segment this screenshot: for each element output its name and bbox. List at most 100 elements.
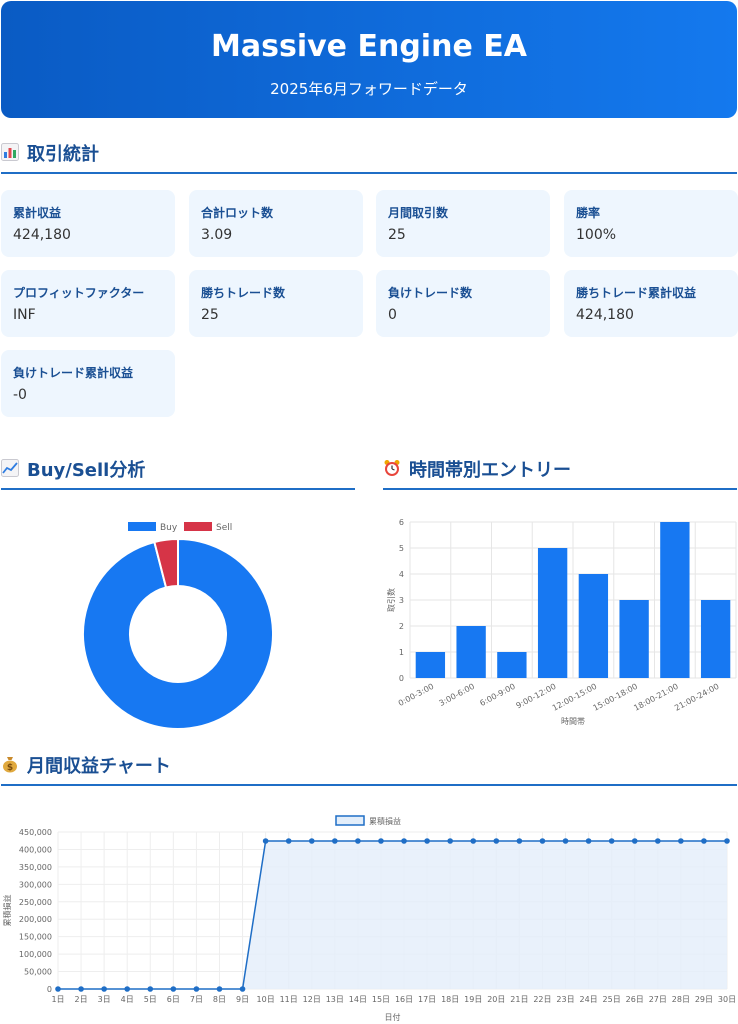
stat-label: 勝ちトレード数 [201,286,286,300]
x-tick-label: 17日 [418,995,436,1004]
data-point [631,838,638,844]
bar-chart-icon [1,143,19,161]
y-axis-label: 取引数 [386,588,396,612]
x-tick-label: 10日 [257,995,275,1004]
monthly-profit-chart: 累積損益 0 50,000 100,000 150,000 200,000 250,000 3… [2,815,736,1022]
stat-value: -0 [13,387,27,403]
hourly-title-label: 時間帯別エントリー [409,460,571,481]
y-tick-label: 2 [399,622,404,631]
bar [700,600,731,678]
bar [537,548,568,678]
stat-label: プロフィットファクター [13,286,145,300]
x-tick-label: 2日 [75,995,88,1004]
x-tick-label: 23日 [556,995,574,1004]
x-tick-label: 18:00-21:00 [632,682,679,713]
stat-value: 25 [388,227,406,243]
x-tick-label: 13日 [326,995,344,1004]
stat-label: 勝率 [576,206,601,220]
data-point [678,838,684,844]
x-tick-label: 24日 [579,995,597,1004]
data-point [401,838,407,844]
legend-swatch-cumulative [335,815,365,826]
stat-label: 累計収益 [13,206,62,220]
stat-card: プロフィットファクター INF [1,270,175,337]
data-point [332,838,338,844]
money-bag-icon: $ [3,757,17,773]
data-point [608,838,615,844]
x-tick-label: 4日 [121,995,134,1004]
y-tick-label: 5 [399,544,404,553]
legend-label-buy: Buy [160,523,178,533]
x-tick-label: 27日 [649,995,667,1004]
x-tick-label: 15:00-18:00 [592,682,639,713]
data-point [55,986,61,992]
data-point [216,986,223,992]
data-point [101,986,107,992]
x-tick-label: 15日 [372,995,390,1004]
data-point [308,838,315,844]
y-tick-label: 400,000 [19,845,52,854]
y-axis-label: 累積損益 [2,895,12,927]
x-tick-label: 21:00-24:00 [673,682,720,713]
y-tick-label: 4 [399,570,404,579]
x-tick-label: 3:00-6:00 [438,682,477,708]
stat-card: 勝ちトレード累計収益 424,180 [564,270,738,337]
stat-card: 累計収益 424,180 [1,190,175,257]
x-tick-label: 12:00-15:00 [551,682,598,713]
y-tick-label: 200,000 [19,915,52,924]
data-point [170,986,177,992]
data-point [124,986,131,992]
bar [415,652,446,678]
data-point [447,838,453,844]
y-tick-label: 300,000 [19,880,52,889]
page-subtitle: 2025年6月フォワードデータ [270,80,468,98]
legend-swatch-sell [184,522,212,531]
alarm-clock-icon [384,460,400,476]
stat-value: 424,180 [576,307,634,323]
x-tick-label: 18日 [441,995,459,1004]
data-point [701,838,707,844]
x-axis-label: 時間帯 [561,716,585,726]
trend-chart-icon [1,459,19,477]
x-tick-label: 12日 [303,995,321,1004]
data-point [562,838,569,844]
stat-card: 勝率 100% [564,190,738,257]
y-tick-label: 100,000 [19,950,52,959]
x-tick-label: 20日 [487,995,505,1004]
buysell-title-label: Buy/Sell分析 [27,460,146,481]
data-point [516,838,523,844]
stat-value: 0 [388,307,397,323]
y-tick-label: 150,000 [19,933,52,942]
x-tick-label: 29日 [695,995,713,1004]
page-header: Massive Engine EA 2025年6月フォワードデータ [1,1,737,118]
y-tick-label: 50,000 [24,968,52,977]
x-tick-label: 21日 [510,995,528,1004]
y-tick-label: 450,000 [19,828,52,837]
monthly-section-title: $ 月間収益チャート [1,752,737,786]
stat-card: 負けトレード数 0 [376,270,550,337]
x-tick-label: 6:00-9:00 [478,682,517,708]
stat-card: 合計ロット数 3.09 [189,190,363,257]
x-tick-label: 7日 [190,995,203,1004]
data-point [654,838,661,844]
stat-card: 月間取引数 25 [376,190,550,257]
data-point [239,986,246,992]
x-tick-label: 14日 [349,995,367,1004]
data-point [355,838,361,844]
data-point [193,986,200,992]
x-tick-label: 3日 [98,995,111,1004]
data-point [493,838,500,844]
stat-card: 負けトレード累計収益 -0 [1,350,175,417]
data-point [285,838,292,844]
y-tick-label: 0 [47,985,52,994]
y-tick-label: 1 [399,648,404,657]
stat-value: 25 [201,307,219,323]
bar [456,626,486,678]
x-tick-label: 5日 [144,995,157,1004]
stat-value: INF [13,307,36,323]
x-tick-label: 19日 [464,995,482,1004]
y-tick-label: 3 [399,596,404,605]
buysell-section-title: Buy/Sell分析 [1,456,355,490]
data-point [470,838,477,844]
page-title: Massive Engine EA [211,29,527,64]
